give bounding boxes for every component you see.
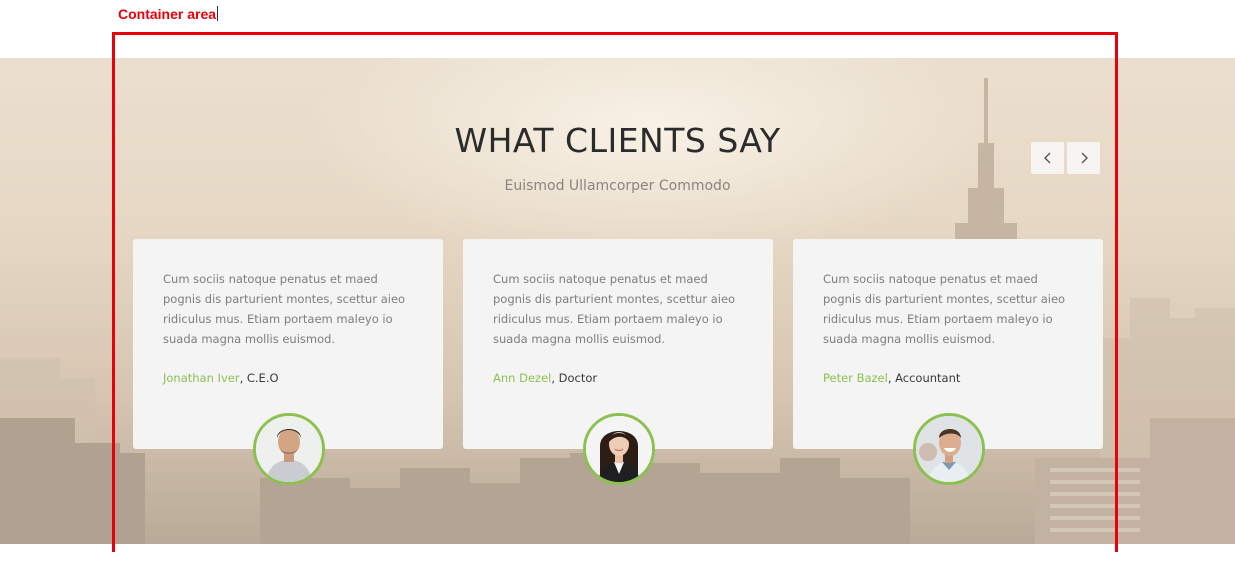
testimonial-author: Jonathan Iver, C.E.O	[163, 371, 279, 385]
author-name-link[interactable]: Jonathan Iver	[163, 371, 240, 385]
author-role: , Doctor	[551, 371, 598, 385]
testimonial-text: Cum sociis natoque penatus et maed pogni…	[493, 272, 736, 346]
testimonial-text: Cum sociis natoque penatus et maed pogni…	[823, 272, 1066, 346]
testimonial-author: Peter Bazel, Accountant	[823, 371, 960, 385]
carousel-prev-button[interactable]	[1031, 142, 1064, 174]
man-avatar-image	[256, 416, 322, 482]
avatar	[913, 413, 985, 485]
container-area-label: Container area	[118, 6, 219, 22]
author-role: , C.E.O	[239, 371, 279, 385]
author-name-link[interactable]: Peter Bazel	[823, 371, 888, 385]
carousel-next-button[interactable]	[1067, 142, 1100, 174]
woman-avatar-image	[586, 416, 652, 482]
testimonial-text: Cum sociis natoque penatus et maed pogni…	[163, 272, 406, 346]
chevron-right-icon	[1081, 152, 1088, 164]
avatar	[583, 413, 655, 485]
container-area-text: Container area	[118, 6, 217, 22]
author-name-link[interactable]: Ann Dezel	[493, 371, 551, 385]
section-subtitle: Euismod Ullamcorper Commodo	[504, 178, 731, 194]
chevron-left-icon	[1043, 152, 1050, 164]
author-role: , Accountant	[887, 371, 961, 385]
man-smiling-avatar-image	[916, 416, 982, 482]
testimonial-author: Ann Dezel, Doctor	[493, 371, 597, 385]
avatar	[253, 413, 325, 485]
text-caret	[217, 6, 219, 21]
